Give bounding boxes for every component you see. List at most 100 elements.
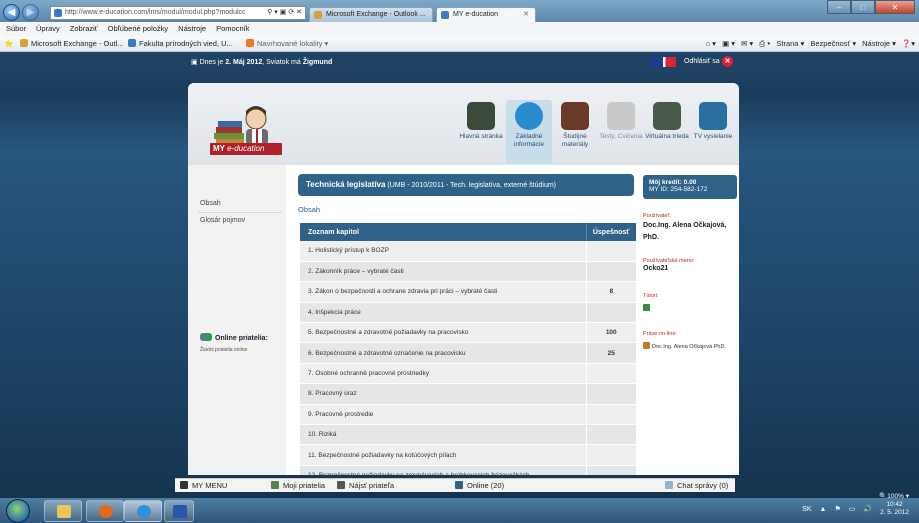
table-row[interactable]: 9. Pracovné prostredie bbox=[300, 404, 636, 426]
chapters-body: 1. Holistický prístup k BOZP 2. Zákonník … bbox=[300, 241, 636, 475]
chapter-title[interactable]: 7. Osobné ochranné pracovné prostriedky bbox=[300, 363, 586, 385]
back-button[interactable]: ◀ bbox=[3, 4, 20, 21]
feeds-icon[interactable]: ▣ ▾ bbox=[722, 36, 735, 52]
start-button[interactable] bbox=[6, 499, 30, 523]
nav-main-page[interactable]: Hlavná stránka bbox=[458, 100, 504, 164]
close-tab-icon[interactable]: ✕ bbox=[523, 8, 529, 22]
flag-icon[interactable]: ⚑ bbox=[834, 505, 840, 513]
logo-education: e-ducation bbox=[227, 144, 265, 153]
close-window-icon[interactable]: ✕ bbox=[875, 0, 915, 14]
credit-box: Môj kredit: 0.00 MY ID: 254-582-172 bbox=[643, 175, 737, 199]
menu-file[interactable]: Súbor bbox=[6, 22, 26, 36]
nav-tv[interactable]: TV vysielanie bbox=[690, 100, 736, 164]
online-user-name: Doc.Ing. Alena Očkajová PhD. bbox=[652, 344, 726, 350]
class-icon bbox=[653, 102, 681, 130]
command-tools[interactable]: Nástroje ▾ bbox=[862, 36, 896, 52]
outlook-icon bbox=[20, 39, 28, 47]
table-row[interactable]: 7. Osobné ochranné pracovné prostriedky bbox=[300, 363, 636, 385]
tray-arrow-icon[interactable]: ▲ bbox=[820, 506, 827, 513]
menu-tools[interactable]: Nástroje bbox=[178, 22, 206, 36]
tutor-icon[interactable] bbox=[643, 304, 652, 312]
forward-button[interactable]: ▶ bbox=[22, 4, 39, 21]
table-row[interactable]: 2. Zákonník práce – vybraté časti bbox=[300, 261, 636, 283]
taskbar-media[interactable] bbox=[86, 500, 124, 522]
nav-virtual-class[interactable]: Virtuálna trieda bbox=[644, 100, 690, 164]
test-icon bbox=[607, 102, 635, 130]
favorites-star-icon[interactable]: ⭐ bbox=[4, 36, 13, 52]
favorite-outlook[interactable]: Microsoft Exchange - Outl... bbox=[20, 36, 124, 52]
table-row[interactable]: 10. Riziká bbox=[300, 424, 636, 446]
chapter-title[interactable]: 8. Pracovný úraz bbox=[300, 383, 586, 405]
outlook-favicon-icon bbox=[314, 11, 322, 19]
find-friend-label: Nájsť priateľa bbox=[349, 481, 395, 490]
sidebar-divider bbox=[198, 212, 282, 213]
taskbar-ie[interactable] bbox=[124, 500, 162, 522]
menu-help[interactable]: Pomocník bbox=[216, 22, 249, 36]
breadcrumb[interactable]: Obsah bbox=[298, 205, 320, 214]
nav-tests[interactable]: Testy, Cvičenia bbox=[598, 100, 644, 164]
maximize-icon[interactable]: □ bbox=[851, 0, 875, 14]
language-flags-icon[interactable] bbox=[650, 57, 676, 67]
clock-time: 10:42 bbox=[886, 501, 903, 508]
volume-icon[interactable]: 🔊 bbox=[863, 505, 872, 513]
menu-edit[interactable]: Úpravy bbox=[36, 22, 60, 36]
chapter-title[interactable]: 11. Bezpečnostné požiadavky na kotúčovýc… bbox=[300, 444, 586, 466]
address-controls-icon[interactable]: ⚲ ▾ ▣ ⟳ ✕ bbox=[267, 7, 302, 19]
menu-view[interactable]: Zobraziť bbox=[70, 22, 98, 36]
minimize-icon[interactable]: – bbox=[827, 0, 851, 14]
chapter-title[interactable]: 10. Riziká bbox=[300, 424, 586, 446]
chapter-score bbox=[585, 404, 636, 426]
chapter-title[interactable]: 4. Inšpekcia práce bbox=[300, 302, 586, 324]
logout-icon[interactable]: ✕ bbox=[722, 56, 733, 67]
network-icon[interactable]: ▭ bbox=[849, 505, 856, 513]
favorite-outlook-label: Microsoft Exchange - Outl... bbox=[31, 39, 124, 48]
find-friend-button[interactable]: Nájsť priateľa bbox=[337, 479, 394, 492]
table-row[interactable]: 5. Bezpečnostné a zdravotné požiadavky n… bbox=[300, 322, 636, 344]
tab-outlook[interactable]: Microsoft Exchange - Outlook ... bbox=[309, 7, 433, 22]
chapter-score: 25 bbox=[585, 342, 636, 364]
mail-icon[interactable]: ✉ ▾ bbox=[741, 36, 753, 52]
taskbar-explorer[interactable] bbox=[44, 500, 82, 522]
table-row[interactable]: 11. Bezpečnostné požiadavky na kotúčovýc… bbox=[300, 444, 636, 466]
command-safety[interactable]: Bezpečnosť ▾ bbox=[810, 36, 856, 52]
nav-basic-info[interactable]: Základné informácie bbox=[506, 100, 552, 164]
logout-link[interactable]: Odhlásiť sa bbox=[684, 58, 720, 65]
chat-icon bbox=[665, 481, 673, 489]
favorite-suggested[interactable]: Navrhované lokality ▾ bbox=[246, 36, 328, 52]
taskbar-word[interactable] bbox=[164, 500, 194, 522]
chapter-title[interactable]: 6. Bezpečnostné a zdravotné označenie na… bbox=[300, 342, 586, 364]
chapter-title[interactable]: 3. Zákon o bezpečnosti a ochrane zdravia… bbox=[300, 281, 586, 303]
command-page[interactable]: Strana ▾ bbox=[776, 36, 804, 52]
online-user[interactable]: Doc.Ing. Alena Očkajová PhD. bbox=[643, 342, 726, 350]
home-icon[interactable]: ⌂ ▾ bbox=[706, 36, 716, 52]
table-row[interactable]: 4. Inšpekcia práce bbox=[300, 302, 636, 324]
language-indicator[interactable]: SK bbox=[802, 506, 811, 513]
chapter-title[interactable]: 1. Holistický prístup k BOZP bbox=[300, 241, 586, 262]
online-button[interactable]: Online (20) bbox=[455, 479, 504, 492]
table-row[interactable]: 6. Bezpečnostné a zdravotné označenie na… bbox=[300, 342, 636, 364]
sidebar-item-glossary[interactable]: Glosár pojmov bbox=[200, 217, 245, 224]
menu-favorites[interactable]: Obľúbené položky bbox=[108, 22, 169, 36]
nav-study-materials[interactable]: Študijné materiály bbox=[552, 100, 598, 164]
my-menu-button[interactable]: MY MENU bbox=[180, 479, 227, 492]
my-friends-button[interactable]: Moji priatelia bbox=[271, 479, 325, 492]
help-icon[interactable]: ❓▾ bbox=[902, 36, 915, 52]
logo-text[interactable]: MY e-ducation bbox=[210, 143, 282, 155]
table-row[interactable]: 12. Bezpečnostné požiadavky na zrovnávac… bbox=[300, 465, 636, 475]
chapter-title[interactable]: 9. Pracovné prostredie bbox=[300, 404, 586, 426]
print-icon[interactable]: ⎙ ▾ bbox=[759, 36, 770, 52]
clock[interactable]: 10:42 2. 5. 2012 bbox=[880, 501, 909, 517]
chat-button[interactable]: Chat správy (0) bbox=[665, 479, 728, 492]
chapter-title[interactable]: 5. Bezpečnostné a zdravotné požiadavky n… bbox=[300, 322, 586, 344]
table-row[interactable]: 8. Pracovný úraz bbox=[300, 383, 636, 405]
favorite-fpv[interactable]: Fakulta prírodných vied, U... bbox=[128, 36, 233, 52]
table-row[interactable]: 3. Zákon o bezpečnosti a ochrane zdravia… bbox=[300, 281, 636, 303]
tab-my-education[interactable]: MY e-ducation ✕ bbox=[436, 7, 536, 22]
chapter-title[interactable]: 2. Zákonník práce – vybraté časti bbox=[300, 261, 586, 283]
right-sidebar: Môj kredit: 0.00 MY ID: 254-582-172 Použ… bbox=[631, 165, 739, 475]
sidebar-item-obsah[interactable]: Obsah bbox=[200, 200, 221, 207]
address-bar[interactable]: http://www.e-ducation.com/lms/modul/modu… bbox=[50, 6, 306, 20]
table-row[interactable]: 1. Holistický prístup k BOZP bbox=[300, 241, 636, 262]
chapter-title[interactable]: 12. Bezpečnostné požiadavky na zrovnávac… bbox=[300, 465, 586, 475]
windows-taskbar: SK ▲ ⚑ ▭ 🔊 10:42 2. 5. 2012 bbox=[0, 498, 919, 523]
